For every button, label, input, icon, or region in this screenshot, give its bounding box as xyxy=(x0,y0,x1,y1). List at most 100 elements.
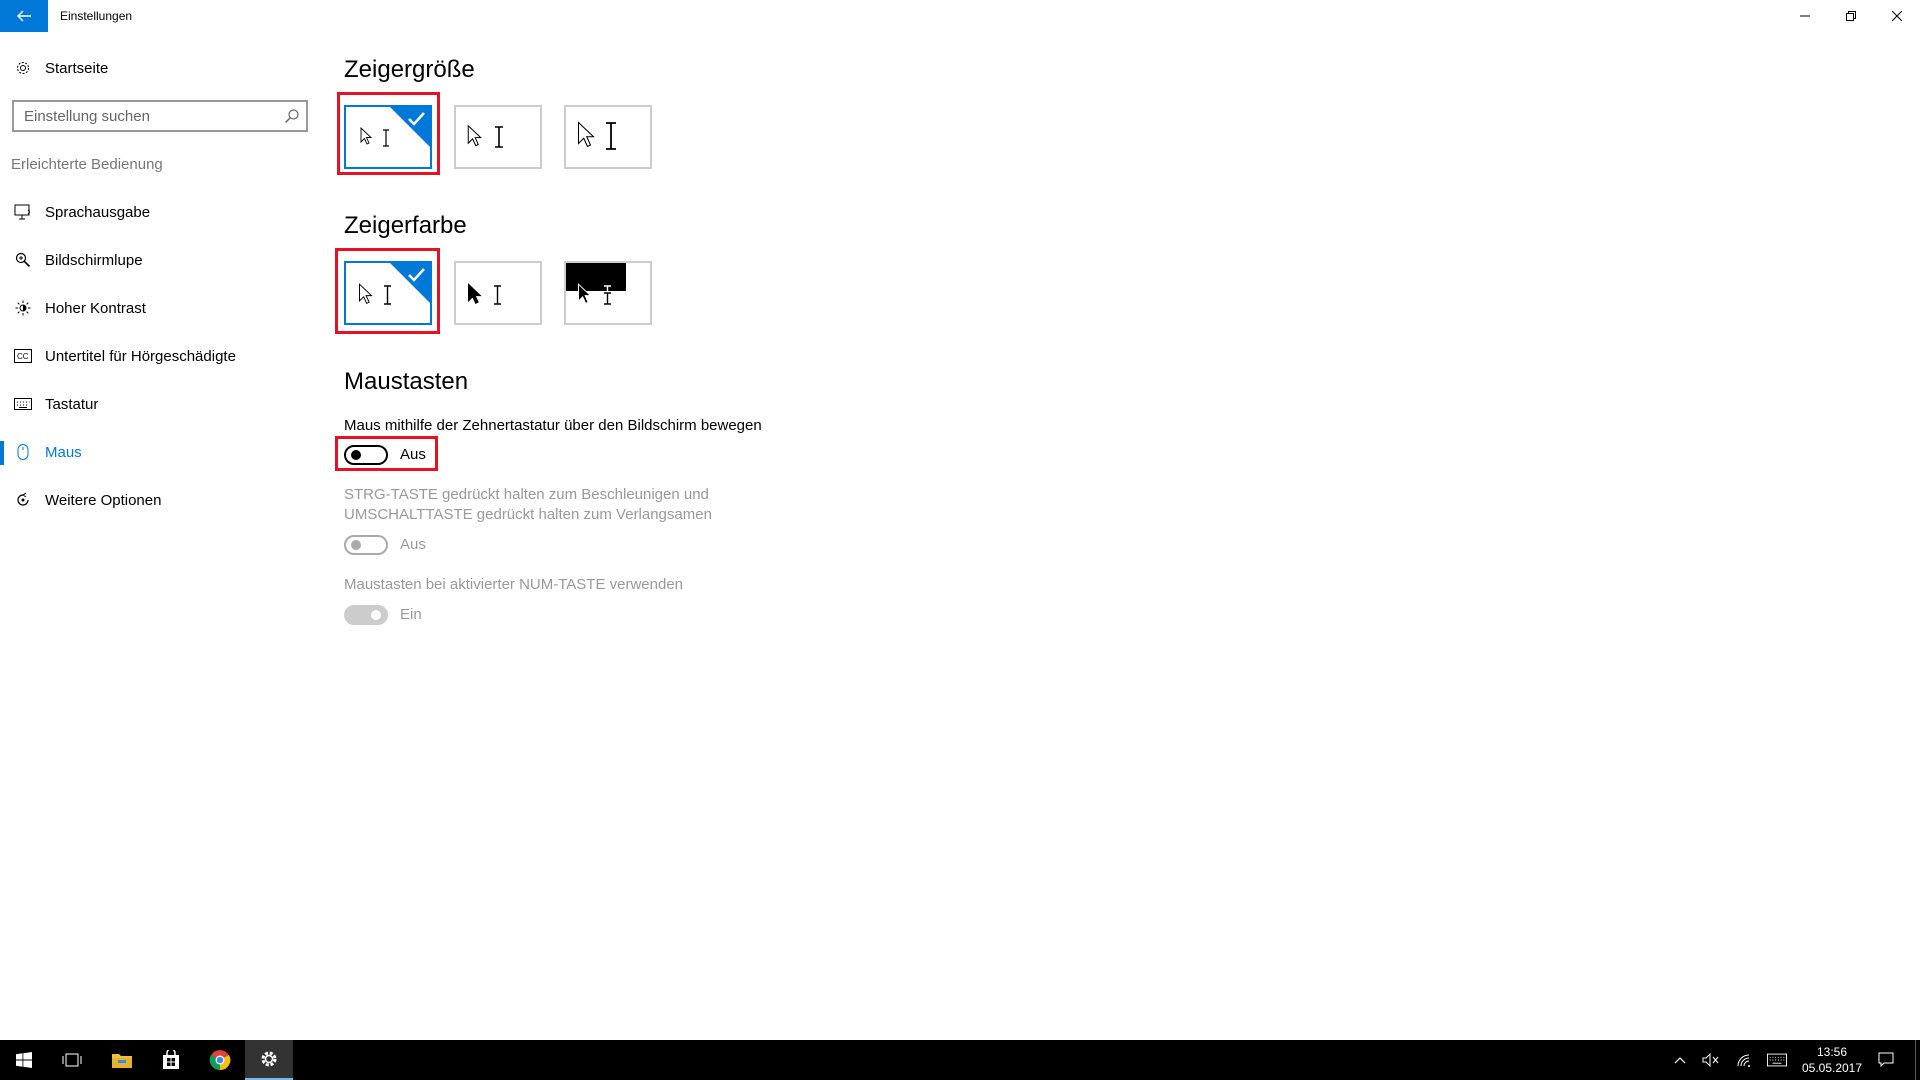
gear-icon xyxy=(12,57,34,79)
clock-date: 05.05.2017 xyxy=(1801,1061,1863,1075)
taskbar: 13:56 05.05.2017 xyxy=(0,1040,1920,1080)
toggle-knob xyxy=(351,540,361,550)
show-hidden-icons-button[interactable] xyxy=(1670,1050,1690,1070)
arrow-cursor-icon xyxy=(577,121,595,148)
pointer-size-title: Zeigergröße xyxy=(344,56,475,83)
volume-button[interactable] xyxy=(1701,1050,1721,1070)
nav-home-label: Startseite xyxy=(45,59,109,77)
mouse-keys-toggle[interactable] xyxy=(344,445,388,465)
pointer-color-white[interactable] xyxy=(344,261,432,325)
file-explorer-button[interactable] xyxy=(98,1040,146,1080)
minimize-button[interactable] xyxy=(1782,0,1828,32)
inverted-preview-block xyxy=(566,263,626,291)
num-lock-toggle[interactable] xyxy=(344,605,388,625)
sidebar-item-label: Untertitel für Hörgeschädigte xyxy=(45,347,236,365)
sidebar-item-label: Sprachausgabe xyxy=(45,203,151,221)
store-icon xyxy=(163,1050,179,1069)
pointer-size-medium[interactable] xyxy=(454,105,542,169)
network-icon xyxy=(1737,1054,1750,1067)
task-view-icon xyxy=(62,1053,82,1067)
chevron-up-icon xyxy=(1674,1057,1686,1064)
restore-icon xyxy=(1846,11,1856,21)
pointer-color-title: Zeigerfarbe xyxy=(344,212,467,239)
mouse-keys-title: Maustasten xyxy=(344,368,469,395)
toggle-knob xyxy=(351,450,361,460)
magnifier-icon xyxy=(12,249,34,271)
contrast-icon xyxy=(12,297,34,319)
arrow-cursor-icon xyxy=(578,283,592,305)
search-input[interactable] xyxy=(14,102,264,130)
other-options-icon xyxy=(12,489,34,511)
checkmark-icon xyxy=(390,263,430,303)
ctrl-shift-description-line2: UMSCHALTTASTE gedrückt halten zum Verlan… xyxy=(344,506,712,523)
start-button[interactable] xyxy=(0,1040,48,1080)
pointer-size-large[interactable] xyxy=(564,105,652,169)
keyboard-icon xyxy=(12,393,34,415)
settings-button[interactable] xyxy=(245,1040,293,1080)
narrator-icon xyxy=(12,201,34,223)
svg-text:CC: CC xyxy=(17,352,29,361)
window-title: Einstellungen xyxy=(60,9,133,23)
num-lock-toggle-label: Ein xyxy=(400,606,422,623)
search-icon[interactable] xyxy=(284,108,300,124)
closed-captions-icon: CC xyxy=(12,345,34,367)
text-cursor-icon xyxy=(495,126,503,148)
action-center-button[interactable] xyxy=(1876,1050,1896,1070)
arrow-cursor-icon xyxy=(360,127,372,145)
chrome-icon xyxy=(209,1050,231,1071)
sidebar-item-magnifier[interactable]: Bildschirmlupe xyxy=(12,246,308,274)
network-button[interactable] xyxy=(1735,1050,1755,1070)
pointer-color-black[interactable] xyxy=(454,261,542,325)
restore-button[interactable] xyxy=(1828,0,1874,32)
mouse-keys-description: Maus mithilfe der Zehnertastatur über de… xyxy=(344,417,762,434)
toggle-knob xyxy=(371,610,381,620)
nav-home[interactable]: Startseite xyxy=(12,56,108,80)
text-cursor-icon xyxy=(384,285,391,305)
sidebar-item-keyboard[interactable]: Tastatur xyxy=(12,390,308,418)
sidebar-item-closed-captions[interactable]: CC Untertitel für Hörgeschädigte xyxy=(12,342,308,370)
chrome-button[interactable] xyxy=(196,1040,244,1080)
touch-keyboard-button[interactable] xyxy=(1767,1050,1787,1070)
mouse-keys-toggle-label: Aus xyxy=(400,446,426,463)
active-indicator xyxy=(0,441,4,465)
sidebar-item-high-contrast[interactable]: Hoher Kontrast xyxy=(12,294,308,322)
close-button[interactable] xyxy=(1874,0,1920,32)
back-button[interactable] xyxy=(0,0,48,32)
text-cursor-icon xyxy=(604,285,611,305)
checkmark-icon xyxy=(390,107,430,147)
text-cursor-icon xyxy=(383,129,389,147)
sidebar-item-label: Maus xyxy=(45,443,82,461)
store-button[interactable] xyxy=(147,1040,195,1080)
group-label: Erleichterte Bedienung xyxy=(11,156,163,173)
text-cursor-icon xyxy=(494,285,501,305)
show-desktop-button[interactable] xyxy=(1915,1040,1920,1080)
close-icon xyxy=(1892,11,1902,21)
arrow-cursor-icon xyxy=(359,283,373,305)
sidebar-item-label: Hoher Kontrast xyxy=(45,299,146,317)
sidebar-item-narrator[interactable]: Sprachausgabe xyxy=(12,198,308,226)
ctrl-shift-description: STRG-TASTE gedrückt halten zum Beschleun… xyxy=(344,485,712,525)
clock[interactable]: 13:56 05.05.2017 xyxy=(1798,1044,1866,1076)
file-explorer-icon xyxy=(112,1054,132,1068)
clock-time: 13:56 xyxy=(1816,1045,1848,1059)
task-view-button[interactable] xyxy=(48,1040,96,1080)
notifications-icon xyxy=(1878,1052,1894,1068)
mouse-icon xyxy=(12,441,34,463)
num-lock-description: Maustasten bei aktivierter NUM-TASTE ver… xyxy=(344,576,684,593)
pointer-color-inverted[interactable] xyxy=(564,261,652,325)
search-box[interactable] xyxy=(12,100,308,132)
pointer-size-small[interactable] xyxy=(344,105,432,169)
minimize-icon xyxy=(1800,15,1810,17)
sidebar-item-label: Tastatur xyxy=(45,395,99,413)
sidebar-item-label: Weitere Optionen xyxy=(45,491,162,509)
ctrl-shift-toggle[interactable] xyxy=(344,535,388,555)
sidebar-item-other-options[interactable]: Weitere Optionen xyxy=(12,486,308,514)
volume-muted-icon xyxy=(1702,1053,1719,1067)
arrow-cursor-icon xyxy=(468,283,482,305)
back-arrow-icon xyxy=(17,10,31,22)
text-cursor-icon xyxy=(606,122,616,150)
title-bar: Einstellungen xyxy=(0,0,1920,32)
sidebar-item-mouse[interactable]: Maus xyxy=(12,438,308,466)
sidebar-item-label: Bildschirmlupe xyxy=(45,251,143,269)
arrow-cursor-icon xyxy=(467,124,482,147)
